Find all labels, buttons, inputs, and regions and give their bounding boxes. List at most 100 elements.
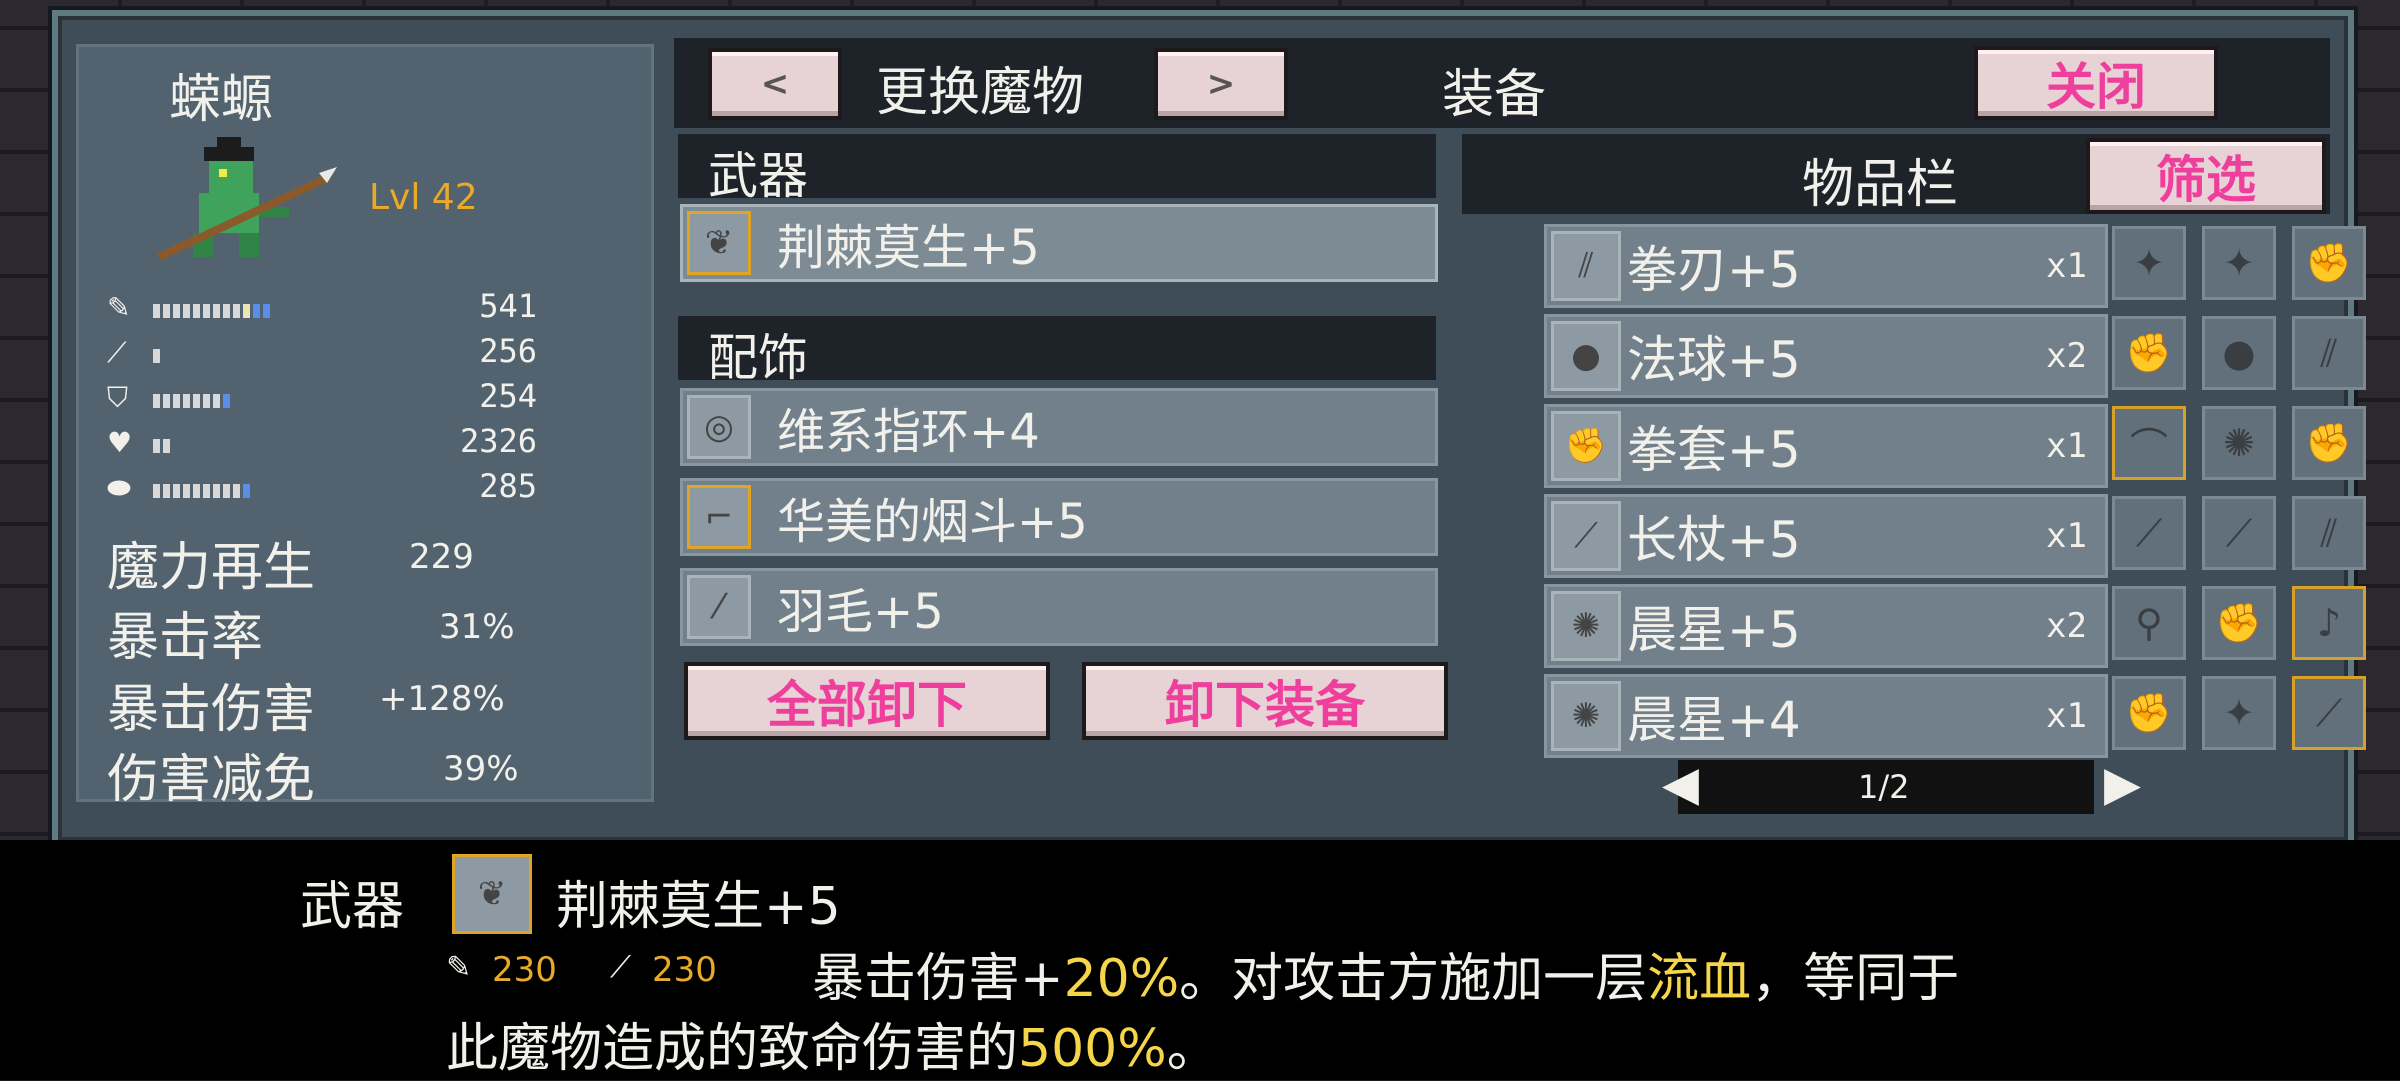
inventory-item[interactable]: ✺ 晨星+4 x1 bbox=[1544, 674, 2108, 758]
item-name: 长杖+5 bbox=[1627, 511, 1801, 569]
pipe-icon: ⌐ bbox=[687, 485, 751, 549]
accessory-name: 维系指环+4 bbox=[777, 404, 1040, 460]
change-monster-label: 更换魔物 bbox=[876, 63, 1085, 123]
stat-value: 541 bbox=[479, 287, 537, 325]
potion-icon: ⬬ bbox=[107, 471, 131, 504]
item-count: x1 bbox=[2046, 516, 2087, 556]
stat-bar bbox=[153, 484, 250, 498]
monster-sprite bbox=[157, 137, 337, 261]
morningstar-icon[interactable]: ✺ bbox=[2202, 406, 2276, 480]
stat-bar bbox=[153, 394, 230, 408]
inventory-item[interactable]: ✊ 拳套+5 x1 bbox=[1544, 404, 2108, 488]
mace-icon[interactable]: ⚲ bbox=[2112, 586, 2186, 660]
inventory-title: 物品栏 bbox=[1802, 155, 1959, 215]
accessory-name: 羽毛+5 bbox=[777, 584, 944, 640]
item-detail-panel: 武器 ❦ 荆棘莫生+5 ✎ 230 ⟋ 230 暴击伤害+20%。对攻击方施加一… bbox=[0, 840, 2400, 1080]
stat-row-attack: ✎ 541 bbox=[107, 287, 647, 329]
page-next-arrow[interactable]: ▶ bbox=[2104, 756, 2141, 812]
inventory-item[interactable]: ⫽ 拳刃+5 x1 bbox=[1544, 224, 2108, 308]
inventory-item[interactable]: ⟋ 长杖+5 x1 bbox=[1544, 494, 2108, 578]
detail-magic: 230 bbox=[652, 950, 717, 990]
morningstar-icon: ✺ bbox=[1551, 681, 1621, 751]
staff-icon[interactable]: ⟋ bbox=[2202, 496, 2276, 570]
item-name: 晨星+5 bbox=[1627, 601, 1801, 659]
gauntlet-icon[interactable]: ✊ bbox=[2292, 226, 2366, 300]
gauntlet-icon[interactable]: ✊ bbox=[2112, 676, 2186, 750]
accessory-slot-2[interactable]: ⌐ 华美的烟斗+5 bbox=[680, 478, 1438, 556]
stat-value: 285 bbox=[479, 467, 537, 505]
attack-stat-icon: ✎ bbox=[446, 950, 472, 985]
close-button[interactable]: 关闭 bbox=[1974, 46, 2218, 120]
monster-level: Lvl 42 bbox=[369, 177, 478, 218]
inventory-item[interactable]: ✺ 晨星+5 x2 bbox=[1544, 584, 2108, 668]
gauntlet-icon[interactable]: ✊ bbox=[2112, 316, 2186, 390]
item-count: x2 bbox=[2046, 606, 2087, 646]
gauntlet-icon[interactable]: ✊ bbox=[2202, 586, 2276, 660]
prev-monster-button[interactable]: < bbox=[708, 48, 842, 120]
stat-row-defense: ⛉ 254 bbox=[107, 377, 647, 419]
item-name: 晨星+4 bbox=[1627, 691, 1801, 749]
accessory-name: 华美的烟斗+5 bbox=[777, 494, 1088, 550]
whip-icon[interactable]: ⌒ bbox=[2112, 406, 2186, 480]
detail-description-line1: 暴击伤害+20%。对攻击方施加一层流血，等同于 bbox=[812, 949, 1960, 1009]
stat-row-mana: ⬬ 285 bbox=[107, 467, 647, 509]
page-indicator: 1/2 bbox=[1858, 768, 1910, 806]
stat-bar bbox=[153, 349, 160, 363]
lute-icon[interactable]: ♪ bbox=[2292, 586, 2366, 660]
item-count: x1 bbox=[2046, 426, 2087, 466]
gauntlet-icon: ✊ bbox=[1551, 411, 1621, 481]
accessory-slot-3[interactable]: ⁄ 羽毛+5 bbox=[680, 568, 1438, 646]
accessory-slot-1[interactable]: ◎ 维系指环+4 bbox=[680, 388, 1438, 466]
feather-icon: ⁄ bbox=[687, 575, 751, 639]
gauntlet-icon[interactable]: ✊ bbox=[2292, 406, 2366, 480]
stat-value: 2326 bbox=[459, 422, 537, 460]
filter-button[interactable]: 筛选 bbox=[2086, 138, 2326, 214]
detail-category: 武器 bbox=[300, 877, 405, 937]
orb-icon: ● bbox=[1551, 321, 1621, 391]
stat-bar bbox=[153, 304, 270, 318]
sword-icon[interactable]: ⟋ bbox=[2292, 676, 2366, 750]
morningstar-icon: ✺ bbox=[1551, 591, 1621, 661]
item-name: 拳刃+5 bbox=[1627, 241, 1801, 299]
item-count: x1 bbox=[2046, 246, 2087, 286]
thorn-icon: ❦ bbox=[687, 211, 751, 275]
stat-value: 254 bbox=[479, 377, 537, 415]
page-prev-arrow[interactable]: ◀ bbox=[1662, 756, 1699, 812]
sword-icon: ✎ bbox=[107, 291, 131, 324]
detail-description-line2: 此魔物造成的致命伤害的500%。 bbox=[446, 1019, 1219, 1079]
item-name: 法球+5 bbox=[1627, 331, 1801, 389]
derived-label-damage-reduction: 伤害减免 bbox=[107, 750, 316, 810]
derived-value-crit-damage: +128% bbox=[379, 679, 505, 719]
unequip-button[interactable]: 卸下装备 bbox=[1082, 662, 1448, 740]
heart-icon: ♥ bbox=[107, 426, 133, 459]
ring-icon: ◎ bbox=[687, 395, 751, 459]
claw-icon[interactable]: ⫽ bbox=[2292, 496, 2366, 570]
weapon-name: 荆棘莫生+5 bbox=[777, 220, 1040, 276]
staff-icon: ⟋ bbox=[1551, 501, 1621, 571]
shuriken-icon[interactable]: ✦ bbox=[2202, 226, 2276, 300]
item-count: x1 bbox=[2046, 696, 2087, 736]
next-monster-button[interactable]: > bbox=[1154, 48, 1288, 120]
stat-row-health: ♥ 2326 bbox=[107, 422, 647, 464]
shield-icon: ⛉ bbox=[107, 381, 129, 414]
shuriken-icon[interactable]: ✦ bbox=[2202, 676, 2276, 750]
magic-stat-icon: ⟋ bbox=[610, 950, 631, 985]
staff-icon[interactable]: ⟋ bbox=[2112, 496, 2186, 570]
claw-icon: ⫽ bbox=[1551, 231, 1621, 301]
derived-label-crit-rate: 暴击率 bbox=[107, 608, 264, 668]
derived-label-crit-damage: 暴击伤害 bbox=[107, 680, 316, 740]
orb-icon[interactable]: ● bbox=[2202, 316, 2276, 390]
weapon-label: 武器 bbox=[708, 147, 808, 205]
weapon-slot[interactable]: ❦ 荆棘莫生+5 bbox=[680, 204, 1438, 282]
inventory-item[interactable]: ● 法球+5 x2 bbox=[1544, 314, 2108, 398]
monster-name: 蝾螈 bbox=[169, 70, 274, 130]
unequip-all-button[interactable]: 全部卸下 bbox=[684, 662, 1050, 740]
stat-bar bbox=[153, 439, 170, 453]
equipment-title: 装备 bbox=[1442, 65, 1547, 125]
claw-icon[interactable]: ⫽ bbox=[2292, 316, 2366, 390]
derived-label-mana-regen: 魔力再生 bbox=[107, 538, 316, 598]
shuriken-icon[interactable]: ✦ bbox=[2112, 226, 2186, 300]
detail-attack: 230 bbox=[492, 950, 557, 990]
derived-value-damage-reduction: 39% bbox=[443, 749, 519, 789]
accessory-label: 配饰 bbox=[708, 329, 808, 387]
